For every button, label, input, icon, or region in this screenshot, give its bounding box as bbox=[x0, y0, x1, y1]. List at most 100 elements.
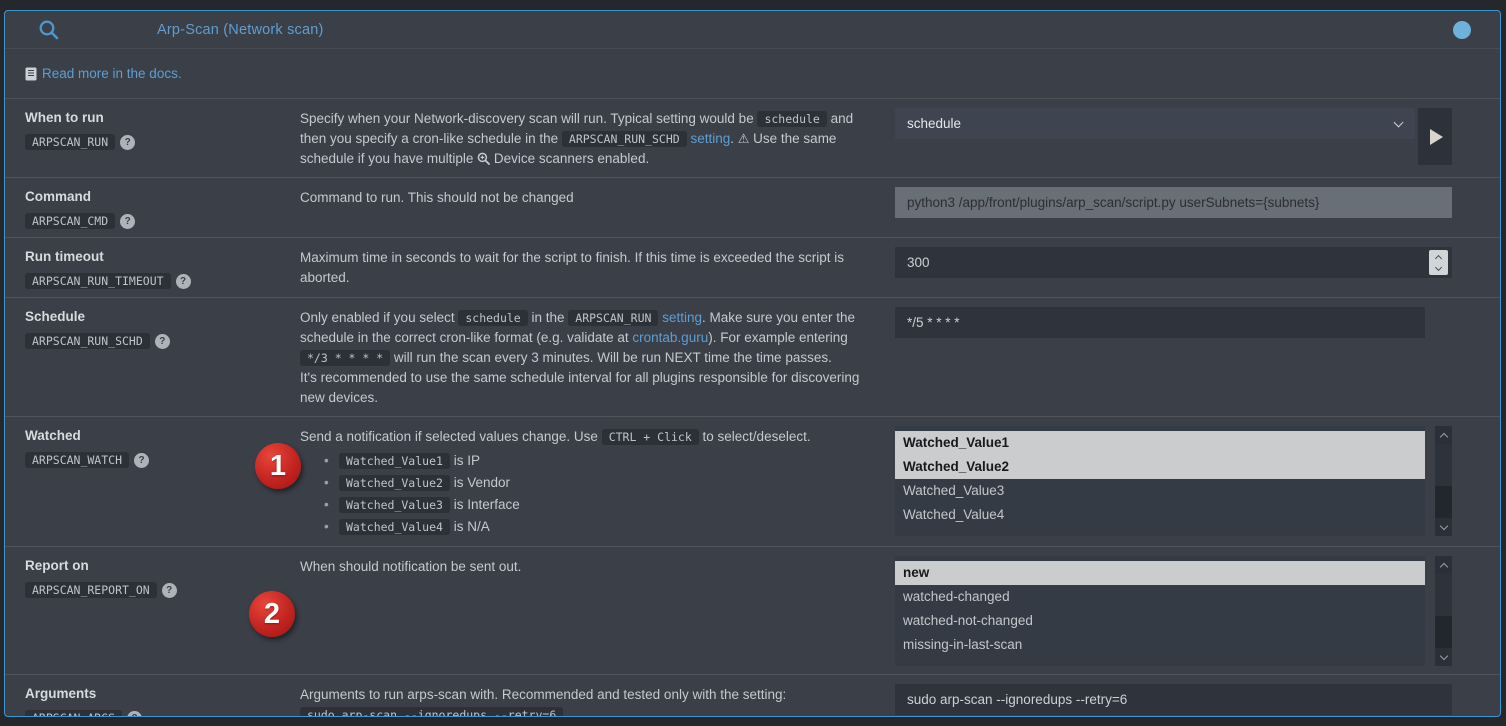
select-value: schedule bbox=[907, 116, 961, 131]
scrollbar-thumb[interactable] bbox=[1435, 444, 1452, 486]
desc-text: is N/A bbox=[450, 519, 490, 534]
setting-control bbox=[895, 307, 1452, 408]
setting-label-column: Run timeout ARPSCAN_RUN_TIMEOUT? bbox=[25, 247, 300, 289]
setting-row-when-to-run: When to runARPSCAN_RUN?Specify when your… bbox=[5, 99, 1500, 178]
inline-code-chip: sudo arp-scan --ignoredups --retry=6 bbox=[300, 707, 563, 717]
setting-control: newwatched-changedwatched-not-changedmis… bbox=[895, 556, 1452, 666]
desc-text: Only enabled if you select bbox=[300, 310, 458, 325]
search-icon[interactable] bbox=[38, 19, 60, 41]
setting-row-arguments: Arguments ARPSCAN_ARGS? Arguments to run a… bbox=[5, 675, 1500, 717]
setting-description: Specify when your Network-discovery scan… bbox=[300, 108, 895, 169]
setting-key-chip: ARPSCAN_REPORT_ON bbox=[25, 582, 157, 598]
help-icon[interactable]: ? bbox=[127, 711, 142, 718]
option-missing-in-last-scan[interactable]: missing-in-last-scan bbox=[895, 633, 1425, 657]
setting-description: Maximum time in seconds to wait for the … bbox=[300, 247, 895, 289]
option-new[interactable]: new bbox=[895, 561, 1425, 585]
setting-label-column: WatchedARPSCAN_WATCH? bbox=[25, 426, 300, 538]
inline-link[interactable]: setting bbox=[690, 131, 730, 146]
setting-label-column: CommandARPSCAN_CMD? bbox=[25, 187, 300, 229]
annotation-badge-2: 2 bbox=[249, 591, 295, 637]
scroll-up-button[interactable] bbox=[1435, 556, 1452, 574]
number-spinner[interactable] bbox=[1429, 250, 1448, 275]
settings-rows: When to runARPSCAN_RUN?Specify when your… bbox=[5, 99, 1500, 717]
inline-link[interactable]: setting bbox=[662, 310, 702, 325]
desc-text: is Vendor bbox=[450, 475, 510, 490]
setting-description: Send a notification if selected values c… bbox=[300, 426, 895, 538]
scroll-down-button[interactable] bbox=[1435, 518, 1452, 536]
help-icon[interactable]: ? bbox=[134, 453, 149, 468]
desc-text: will run the scan every 3 minutes. Will … bbox=[390, 350, 832, 365]
option-Watched_Value4[interactable]: Watched_Value4 bbox=[895, 503, 1425, 527]
run-timeout-number-input[interactable] bbox=[895, 247, 1452, 278]
setting-label: Report on bbox=[25, 558, 300, 573]
inline-code-chip: schedule bbox=[757, 111, 826, 127]
option-Watched_Value1[interactable]: Watched_Value1 bbox=[895, 431, 1425, 455]
inline-code-chip: schedule bbox=[458, 310, 527, 326]
option-Watched_Value3[interactable]: Watched_Value3 bbox=[895, 479, 1425, 503]
desc-text: . bbox=[730, 131, 738, 146]
chevron-down-icon bbox=[1394, 118, 1404, 128]
panel-header: Arp-Scan (Network scan) bbox=[5, 11, 1500, 49]
spinner-down-icon bbox=[1435, 263, 1442, 270]
desc-text: . bbox=[563, 707, 571, 717]
report-on-multiselect[interactable]: newwatched-changedwatched-not-changedmis… bbox=[895, 556, 1425, 666]
option-Watched_Value2[interactable]: Watched_Value2 bbox=[895, 455, 1425, 479]
help-icon[interactable]: ? bbox=[120, 135, 135, 150]
setting-row-watched: WatchedARPSCAN_WATCH?Send a notification… bbox=[5, 417, 1500, 547]
setting-control: schedule bbox=[895, 108, 1452, 169]
scroll-down-button[interactable] bbox=[1435, 648, 1452, 666]
bullet-item: Watched_Value4 is N/A bbox=[300, 516, 875, 538]
scroll-up-button[interactable] bbox=[1435, 426, 1452, 444]
setting-row-command: CommandARPSCAN_CMD?Command to run. This … bbox=[5, 178, 1500, 238]
desc-text: Command to run. This should not be chang… bbox=[300, 190, 574, 205]
setting-control bbox=[895, 247, 1452, 289]
scroll-down-icon bbox=[1439, 651, 1447, 659]
docs-link[interactable]: Read more in the docs. bbox=[25, 66, 182, 81]
setting-label-column: When to runARPSCAN_RUN? bbox=[25, 108, 300, 169]
when-to-run-select[interactable]: schedule bbox=[895, 108, 1415, 139]
bullet-item: Watched_Value3 is Interface bbox=[300, 494, 875, 516]
help-icon[interactable]: ? bbox=[176, 274, 191, 289]
setting-description: Only enabled if you select schedule in t… bbox=[300, 307, 895, 408]
setting-key-chip: ARPSCAN_ARGS bbox=[25, 710, 122, 717]
setting-key-chip: ARPSCAN_RUN_TIMEOUT bbox=[25, 273, 171, 289]
setting-key-chip: ARPSCAN_RUN_SCHD bbox=[25, 333, 150, 349]
help-icon[interactable]: ? bbox=[120, 214, 135, 229]
inline-code-chip: ARPSCAN_RUN bbox=[568, 310, 658, 326]
status-indicator-dot bbox=[1453, 21, 1471, 39]
multiselect-scrollbar[interactable] bbox=[1435, 426, 1452, 536]
scrollbar-thumb[interactable] bbox=[1435, 574, 1452, 616]
search-plus-icon bbox=[477, 151, 490, 166]
desc-text: Maximum time in seconds to wait for the … bbox=[300, 250, 844, 285]
inline-link[interactable]: crontab.guru bbox=[632, 330, 708, 345]
desc-text: It's recommended to use the same schedul… bbox=[300, 370, 859, 405]
option-watched-not-changed[interactable]: watched-not-changed bbox=[895, 609, 1425, 633]
warning-icon: ⚠ bbox=[738, 131, 750, 146]
help-icon[interactable]: ? bbox=[162, 583, 177, 598]
setting-key-chip: ARPSCAN_CMD bbox=[25, 213, 115, 229]
desc-text: Send a notification if selected values c… bbox=[300, 429, 602, 444]
play-icon bbox=[1430, 129, 1443, 145]
scroll-up-icon bbox=[1439, 432, 1447, 440]
watched-multiselect[interactable]: Watched_Value1Watched_Value2Watched_Valu… bbox=[895, 426, 1425, 536]
annotation-badge-1: 1 bbox=[255, 443, 301, 489]
multiselect-scrollbar[interactable] bbox=[1435, 556, 1452, 666]
bullet-item: Watched_Value1 is IP bbox=[300, 450, 875, 472]
setting-label: Arguments bbox=[25, 686, 300, 701]
setting-label: Run timeout bbox=[25, 249, 300, 264]
scroll-up-icon bbox=[1439, 562, 1447, 570]
setting-label: Watched bbox=[25, 428, 300, 443]
schedule-input[interactable] bbox=[895, 307, 1425, 338]
desc-text: Device scanners enabled. bbox=[490, 151, 649, 166]
arguments-input[interactable] bbox=[895, 684, 1452, 715]
option-watched-changed[interactable]: watched-changed bbox=[895, 585, 1425, 609]
setting-label-column: ScheduleARPSCAN_RUN_SCHD? bbox=[25, 307, 300, 408]
run-now-button[interactable] bbox=[1418, 108, 1452, 165]
desc-text: Arguments to run arps-scan with. Recomme… bbox=[300, 687, 786, 702]
desc-text: to select/deselect. bbox=[699, 429, 811, 444]
docs-row: Read more in the docs. bbox=[5, 49, 1500, 99]
command-input[interactable] bbox=[895, 187, 1452, 218]
help-icon[interactable]: ? bbox=[155, 334, 170, 349]
setting-description: Arguments to run arps-scan with. Recomme… bbox=[300, 684, 895, 717]
desc-text: When should notification be sent out. bbox=[300, 559, 521, 574]
